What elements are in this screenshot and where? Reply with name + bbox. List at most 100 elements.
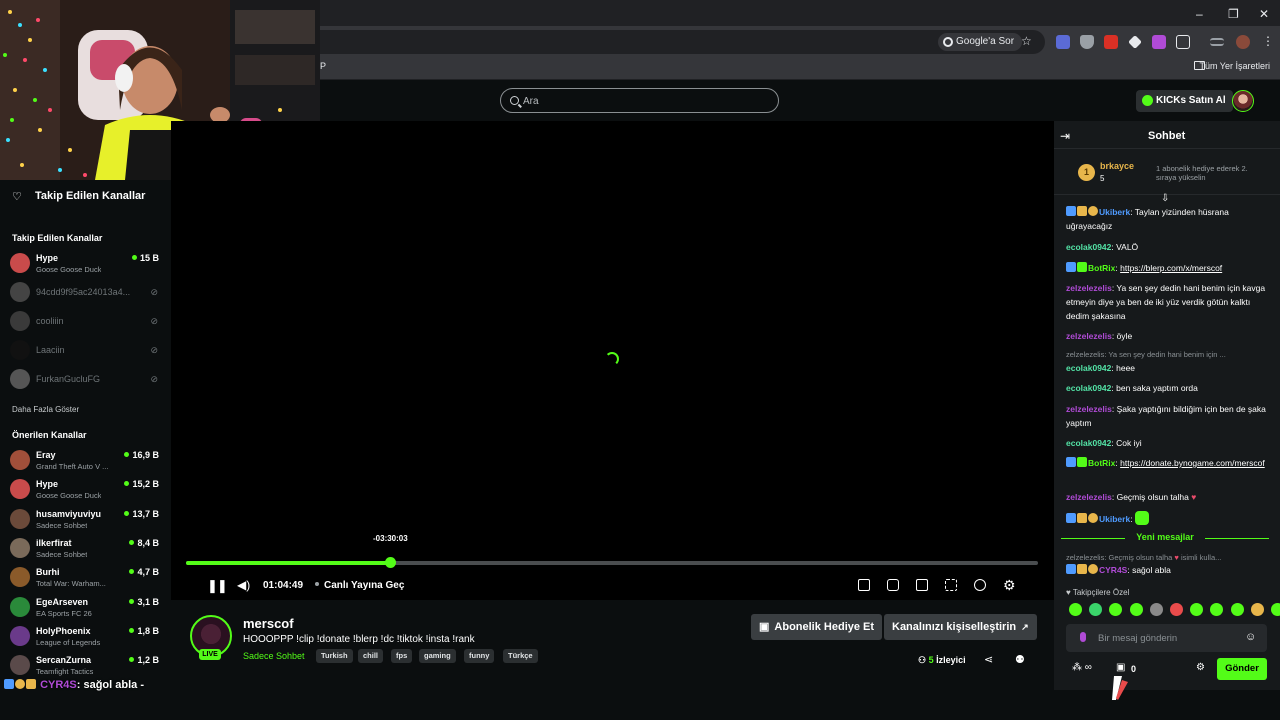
emote-icon[interactable] — [1170, 603, 1183, 616]
stream-tag[interactable]: fps — [391, 649, 413, 663]
extension-red-icon[interactable] — [1104, 35, 1118, 49]
sidebar-channel[interactable]: HolyPhoenix League of Legends 1,8 B — [10, 623, 166, 649]
browser-menu-icon[interactable]: ⋮ — [1262, 34, 1274, 48]
reading-list-icon[interactable] — [1210, 38, 1224, 46]
chat-username[interactable]: ecolak0942 — [1066, 438, 1111, 448]
stream-tag[interactable]: Türkçe — [503, 649, 538, 663]
show-more-link[interactable]: Daha Fazla Göster — [12, 405, 79, 414]
channel-name: Hype — [36, 253, 59, 263]
settings-gear-icon[interactable]: ⚙ — [1003, 577, 1016, 594]
gift-icon: ▣ — [759, 621, 770, 633]
sidebar-channel[interactable]: SercanZurna Teamfight Tactics 1,2 B — [10, 652, 166, 678]
search-bar[interactable] — [500, 88, 779, 113]
chat-message: zelzelezelis: Şaka yaptığını bildiğim iç… — [1066, 404, 1266, 428]
extensions-puzzle-icon[interactable] — [1176, 35, 1190, 49]
followed-channels-title[interactable]: Takip Edilen Kanallar — [35, 190, 145, 202]
volume-icon[interactable]: ◀) — [237, 578, 250, 592]
sidebar-channel[interactable]: EgeArseven EA Sports FC 26 3,1 B — [10, 594, 166, 620]
channel-name: SercanZurna — [36, 655, 92, 666]
sidebar-channel[interactable]: 94cdd9f95ac24013a4... ⊘ — [10, 279, 166, 305]
chat-settings-icon[interactable]: ⚙ — [1196, 662, 1205, 673]
chat-input-box[interactable] — [1066, 624, 1267, 652]
live-dot-icon — [315, 582, 319, 586]
google-sor-button[interactable]: Google'a Sor — [938, 33, 1023, 51]
chat-username[interactable]: BotRix — [1088, 263, 1115, 273]
collapse-chat-icon[interactable]: ⇥ — [1060, 129, 1070, 143]
chat-username[interactable]: ecolak0942 — [1066, 242, 1111, 252]
stream-tag[interactable]: chill — [358, 649, 384, 663]
close-window-button[interactable]: ✕ — [1259, 7, 1269, 21]
follow-user-icon[interactable]: ⚉ — [1015, 653, 1025, 666]
emoji-icon[interactable]: ☺ — [1245, 631, 1256, 643]
clip-icon[interactable] — [887, 579, 899, 591]
chat-username[interactable]: zelzelezelis — [1066, 492, 1112, 502]
playback-speed-icon[interactable] — [974, 579, 986, 591]
gift-subscription-button[interactable]: ▣ Abonelik Hediye Et — [751, 614, 883, 640]
sidebar-channel[interactable]: Laaciin ⊘ — [10, 337, 166, 363]
chat-username[interactable]: CYR4S — [1099, 565, 1127, 575]
chat-username[interactable]: ecolak0942 — [1066, 363, 1111, 373]
stream-tag[interactable]: Turkish — [316, 649, 353, 663]
pause-icon[interactable]: ❚❚ — [207, 578, 228, 594]
search-input[interactable] — [523, 92, 763, 110]
minimize-button[interactable]: – — [1196, 7, 1203, 21]
chat-username[interactable]: zelzelezelis — [1066, 404, 1112, 414]
chat-username[interactable]: ecolak0942 — [1066, 383, 1111, 393]
sidebar-channel[interactable]: husamviyuviyu Sadece Sohbet 13,7 B — [10, 506, 166, 532]
buy-kicks-button[interactable]: KICKs Satın Al — [1136, 90, 1233, 112]
kicks-infinity-icon[interactable]: ⁂ ∞ — [1072, 662, 1092, 673]
emote-icon[interactable] — [1271, 603, 1280, 616]
sidebar-channel[interactable]: Burhi Total War: Warham... 4,7 B — [10, 564, 166, 590]
all-bookmarks-link[interactable]: Tüm Yer İşaretleri — [1199, 61, 1270, 71]
emote-icon[interactable] — [1069, 603, 1082, 616]
channel-name[interactable]: merscof — [243, 616, 294, 631]
extension-icon[interactable] — [1056, 35, 1070, 49]
go-live-button[interactable]: Canlı Yayına Geç — [315, 580, 404, 591]
emote-icon[interactable] — [1149, 603, 1163, 616]
send-button[interactable]: Gönder — [1217, 658, 1267, 680]
extension-purple-icon[interactable] — [1152, 35, 1166, 49]
seek-bar[interactable] — [186, 557, 1038, 568]
user-avatar[interactable] — [1232, 90, 1254, 112]
emote-icon[interactable] — [1230, 603, 1244, 616]
chat-username[interactable]: Ukiberk — [1099, 514, 1130, 524]
theater-mode-icon[interactable] — [916, 579, 928, 591]
sidebar-channel[interactable]: ilkerfirat Sadece Sohbet 8,4 B — [10, 535, 166, 561]
sidebar-channel[interactable]: Hype Goose Goose Duck 15 B — [10, 250, 166, 276]
chat-link[interactable]: https://donate.bynogame.com/merscof — [1120, 458, 1265, 468]
channel-name: cooliiin — [36, 316, 64, 326]
profile-avatar-icon[interactable] — [1236, 35, 1250, 49]
emote-icon[interactable] — [1250, 603, 1264, 616]
top-gifter-name[interactable]: brkayce — [1100, 161, 1134, 171]
customize-channel-button[interactable]: Kanalınızı kişiselleştirin ↗ — [884, 614, 1037, 640]
chat-username[interactable]: Ukiberk — [1099, 207, 1130, 217]
user-badge-icon — [1077, 564, 1087, 574]
chat-username[interactable]: zelzelezelis — [1066, 283, 1112, 293]
external-link-icon: ↗ — [1021, 622, 1029, 632]
address-bar[interactable] — [300, 30, 1045, 54]
expand-leaderboard-icon[interactable]: ⇩ — [1161, 193, 1169, 204]
sidebar-channel[interactable]: Eray Grand Theft Auto V ... 16,9 B — [10, 447, 166, 473]
share-icon[interactable]: ⋖ — [984, 653, 993, 666]
sidebar-channel[interactable]: FurkanGucluFG ⊘ — [10, 366, 166, 392]
chat-message: ecolak0942: ben saka yaptım orda — [1066, 383, 1198, 393]
chat-input[interactable] — [1098, 629, 1248, 647]
stream-category[interactable]: Sadece Sohbet — [243, 651, 305, 661]
microphone-icon[interactable] — [1080, 632, 1086, 642]
bookmark-item[interactable]: P — [320, 61, 326, 71]
gift-prompt: 1 abonelik hediye ederek 2. sıraya yükse… — [1156, 164, 1248, 182]
chat-username[interactable]: BotRix — [1088, 458, 1115, 468]
restore-button[interactable]: ❐ — [1228, 7, 1239, 21]
miniplayer-icon[interactable] — [858, 579, 870, 591]
stream-tag[interactable]: gaming — [419, 649, 456, 663]
emote-icon[interactable] — [1129, 603, 1143, 616]
chat-link[interactable]: https://blerp.com/x/merscof — [1120, 263, 1222, 273]
stream-tag[interactable]: funny — [464, 649, 495, 663]
gift-points-icon[interactable]: ▣ — [1116, 662, 1125, 673]
fullscreen-icon[interactable] — [945, 579, 957, 591]
bookmark-star-icon[interactable]: ☆ — [1021, 34, 1032, 48]
sidebar-channel[interactable]: cooliiin ⊘ — [10, 308, 166, 334]
sidebar-channel[interactable]: Hype Goose Goose Duck 15,2 B — [10, 476, 166, 502]
chat-username[interactable]: zelzelezelis — [1066, 331, 1112, 341]
shield-extension-icon[interactable] — [1080, 35, 1094, 49]
